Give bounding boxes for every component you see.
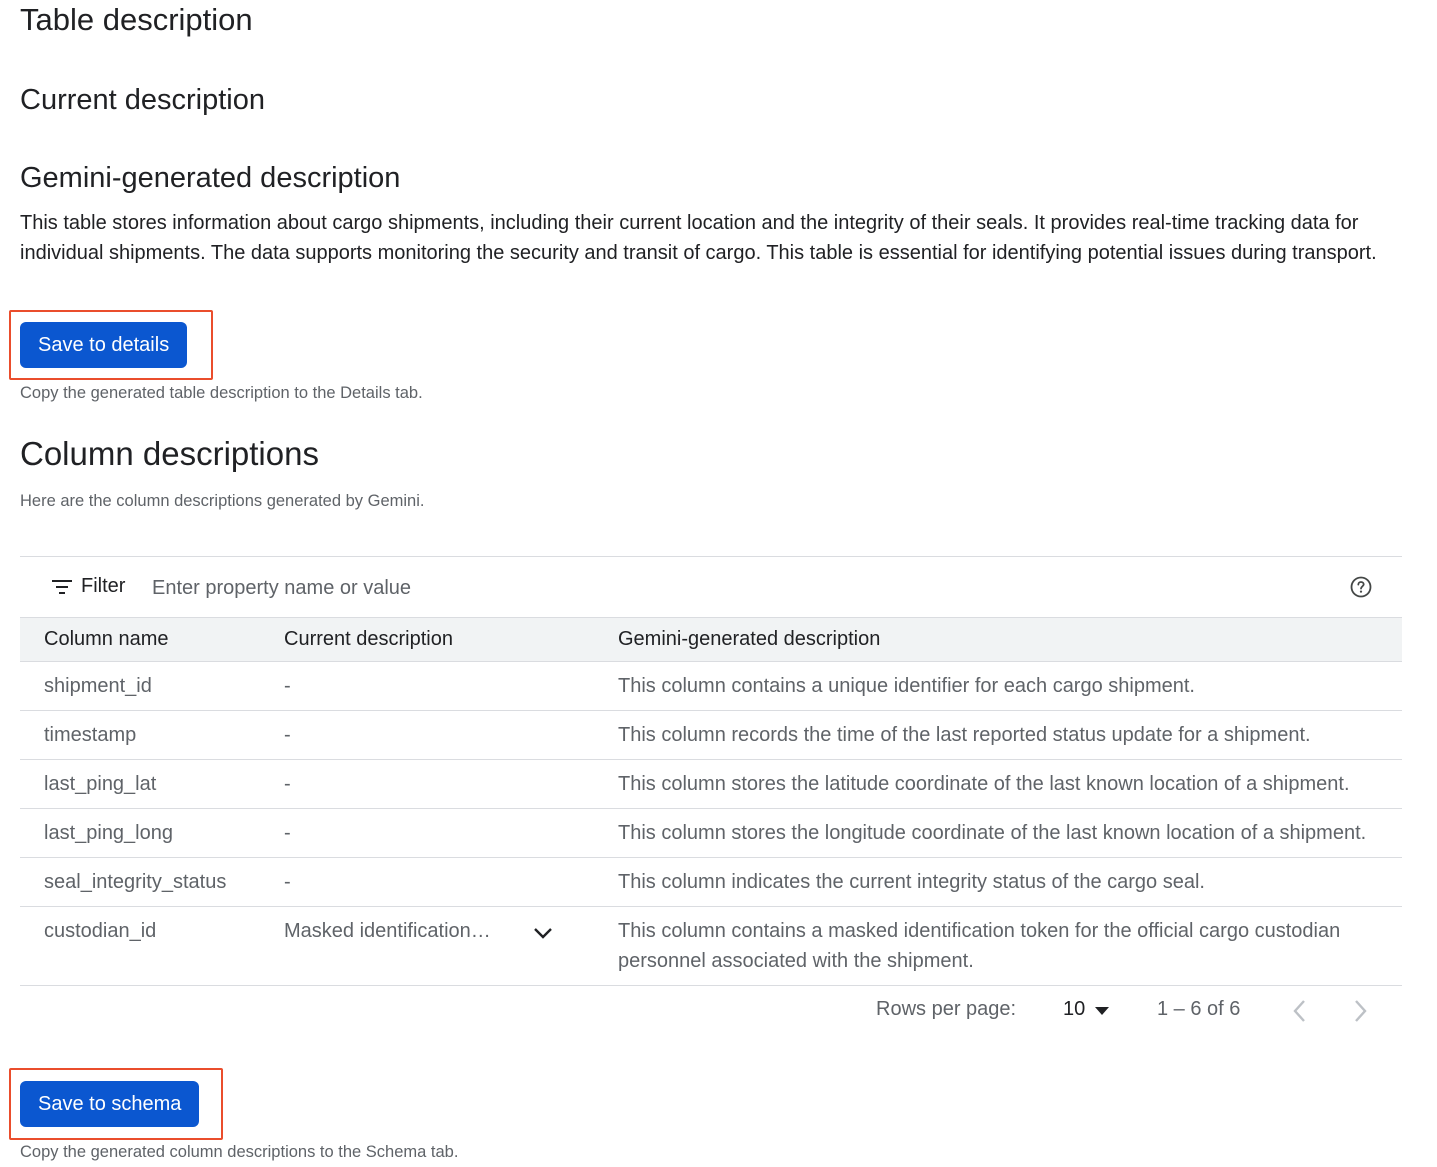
column-descriptions-table: Column name Current description Gemini-g… (20, 617, 1402, 986)
row-gemini-description: This column indicates the current integr… (594, 857, 1402, 907)
caret-down-icon[interactable] (1095, 1007, 1109, 1015)
row-current-description-cell: Masked identification… (260, 906, 594, 986)
previous-page-icon[interactable] (1290, 998, 1310, 1024)
row-column-name: last_ping_lat (20, 759, 260, 809)
save-details-hint: Copy the generated table description to … (20, 384, 423, 402)
row-column-name: timestamp (20, 710, 260, 760)
chevron-down-icon[interactable] (532, 922, 554, 944)
row-gemini-description: This column contains a masked identifica… (594, 906, 1402, 986)
row-gemini-description: This column stores the latitude coordina… (594, 759, 1402, 809)
row-column-name: seal_integrity_status (20, 857, 260, 907)
table-description-heading: Table description (20, 2, 253, 37)
table-row: timestamp - This column records the time… (20, 710, 1402, 760)
filter-label: Filter (81, 575, 126, 597)
column-descriptions-intro: Here are the column descriptions generat… (20, 492, 425, 510)
row-current-description: - (260, 661, 594, 711)
row-current-description: - (260, 857, 594, 907)
generated-table-description: This table stores information about carg… (20, 212, 1377, 264)
column-descriptions-table-card: Filter Column name Current description G… (20, 556, 1402, 1036)
pagination-bar: Rows per page: 10 1 – 6 of 6 (20, 986, 1402, 1036)
row-current-description: - (260, 808, 594, 858)
table-row: seal_integrity_status - This column indi… (20, 857, 1402, 907)
row-column-name: shipment_id (20, 661, 260, 711)
help-icon[interactable] (1350, 576, 1372, 598)
row-current-description: - (260, 710, 594, 760)
column-descriptions-heading: Column descriptions (20, 435, 319, 472)
row-current-description: Masked identification… (284, 920, 491, 942)
filter-bar: Filter (20, 556, 1402, 617)
rows-per-page-label: Rows per page: (876, 998, 1017, 1020)
header-column-name[interactable]: Column name (20, 617, 260, 662)
table-row: last_ping_long - This column stores the … (20, 808, 1402, 858)
table-row: last_ping_lat - This column stores the l… (20, 759, 1402, 809)
row-gemini-description: This column contains a unique identifier… (594, 661, 1402, 711)
current-description-heading: Current description (20, 84, 265, 116)
header-gemini-description[interactable]: Gemini-generated description (594, 617, 1402, 662)
table-header-row: Column name Current description Gemini-g… (20, 617, 1402, 662)
gemini-description-heading: Gemini-generated description (20, 162, 401, 194)
row-gemini-description: This column records the time of the last… (594, 710, 1402, 760)
rows-per-page-select[interactable]: 10 (1063, 998, 1085, 1021)
current-description-expander[interactable]: Masked identification… (284, 916, 594, 946)
row-column-name: custodian_id (20, 906, 260, 986)
row-current-description: - (260, 759, 594, 809)
row-gemini-description: This column stores the longitude coordin… (594, 808, 1402, 858)
page-range: 1 – 6 of 6 (1157, 998, 1241, 1020)
next-page-icon[interactable] (1350, 998, 1370, 1024)
header-current-description[interactable]: Current description (260, 617, 594, 662)
save-to-details-button[interactable]: Save to details (20, 322, 188, 368)
table-row: custodian_id Masked identification… This… (20, 906, 1402, 986)
save-to-schema-button[interactable]: Save to schema (20, 1081, 200, 1127)
filter-input[interactable] (150, 571, 754, 605)
save-schema-hint: Copy the generated column descriptions t… (20, 1143, 459, 1161)
filter-icon[interactable] (52, 579, 72, 595)
row-column-name: last_ping_long (20, 808, 260, 858)
table-row: shipment_id - This column contains a uni… (20, 661, 1402, 711)
